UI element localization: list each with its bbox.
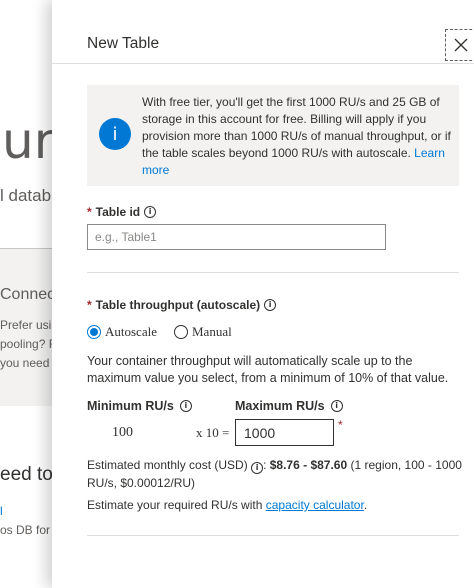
background-divider — [0, 248, 60, 249]
table-id-label-row: * Table id i — [87, 205, 157, 219]
panel-title: New Table — [87, 35, 160, 52]
capacity-estimate-text: Estimate your required RU/s with capacit… — [87, 498, 367, 512]
manual-radio[interactable] — [173, 325, 188, 339]
close-icon — [454, 38, 468, 52]
min-ru-value: 100 — [112, 425, 133, 440]
capacity-calculator-link[interactable]: capacity calculator — [266, 498, 364, 512]
close-button[interactable] — [445, 29, 474, 61]
required-marker: * — [87, 205, 92, 219]
cost-colon: : — [263, 458, 267, 472]
estimate-suffix: . — [363, 498, 368, 512]
autoscale-radio-label[interactable]: Autoscale — [105, 324, 157, 340]
background-db-text: os DB for — [0, 523, 51, 537]
background-page: ure l datab Connec Prefer usir pooling? … — [0, 0, 60, 588]
estimated-cost: Estimated monthly cost (USD) i: $8.76 - … — [87, 456, 467, 492]
free-tier-message: With free tier, you'll get the first 100… — [142, 95, 451, 160]
background-connect-heading: Connec — [0, 286, 56, 303]
info-icon[interactable]: i — [264, 299, 277, 311]
info-icon[interactable]: i — [251, 462, 264, 474]
info-icon: i — [99, 118, 131, 150]
max-ru-label: Maximum RU/s — [235, 399, 325, 413]
manual-radio-label[interactable]: Manual — [192, 324, 232, 340]
required-marker: * — [87, 298, 92, 312]
autoscale-radio[interactable] — [87, 325, 101, 339]
new-table-panel: New Table i With free tier, you'll get t… — [52, 0, 474, 588]
background-subtitle: l datab — [0, 186, 52, 205]
min-ru-label-row: Minimum RU/s i — [87, 399, 192, 413]
table-id-input[interactable] — [87, 224, 386, 250]
background-connect-line: Prefer usir — [0, 318, 56, 332]
free-tier-info-text: With free tier, you'll get the first 100… — [142, 94, 454, 179]
info-icon[interactable]: i — [179, 400, 192, 412]
required-marker: * — [338, 418, 343, 432]
section-divider — [87, 535, 459, 536]
table-id-label: Table id — [95, 205, 141, 219]
panel-header: New Table — [52, 0, 474, 64]
section-divider — [87, 272, 459, 273]
background-connect-line: pooling? Fi — [0, 337, 59, 351]
free-tier-info-box: i With free tier, you'll get the first 1… — [87, 85, 459, 186]
max-ru-input[interactable] — [235, 419, 334, 446]
info-icon[interactable]: i — [144, 206, 157, 218]
background-connect-line: you need t — [0, 356, 57, 370]
autoscale-description: Your container throughput will automatic… — [87, 354, 449, 385]
estimate-prefix: Estimate your required RU/s with — [87, 498, 263, 512]
cost-range: $8.76 - $87.60 — [269, 458, 348, 472]
info-icon[interactable]: i — [330, 400, 343, 412]
multiplier-text: x 10 = — [196, 425, 230, 440]
throughput-label-row: * Table throughput (autoscale) i — [87, 298, 277, 312]
background-link[interactable]: l — [0, 504, 3, 518]
throughput-label: Table throughput (autoscale) — [95, 298, 261, 312]
background-heading: eed to — [0, 464, 53, 485]
min-ru-label: Minimum RU/s — [87, 399, 174, 413]
cost-prefix: Estimated monthly cost (USD) — [87, 458, 248, 472]
max-ru-label-row: Maximum RU/s i — [235, 399, 343, 413]
throughput-mode-radio-group: Autoscale Manual — [87, 324, 232, 340]
